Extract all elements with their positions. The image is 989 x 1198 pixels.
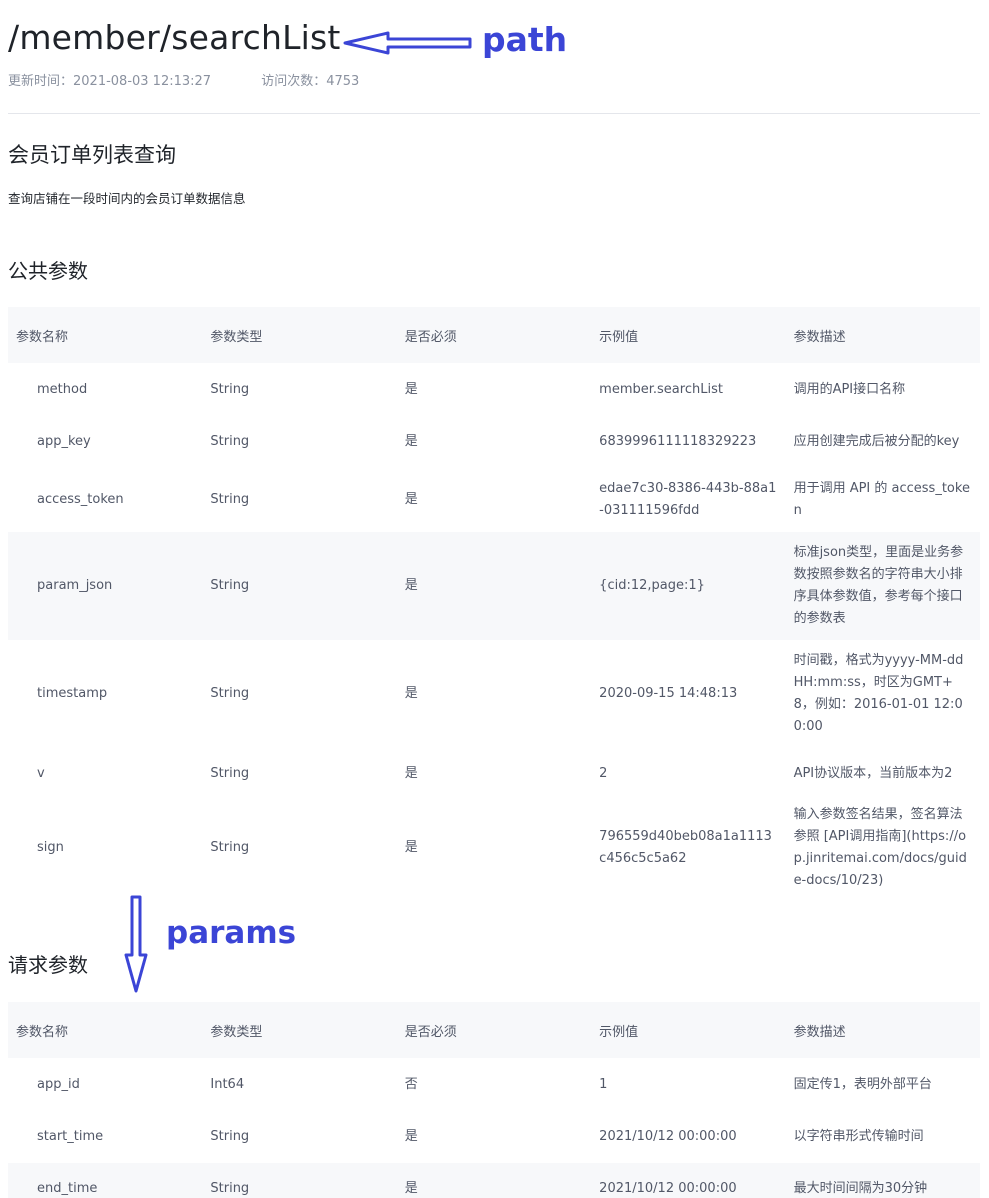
- param-type: String: [210, 840, 250, 855]
- param-name: param_json: [37, 578, 113, 593]
- column-header-description: 参数描述: [793, 329, 846, 345]
- param-description: 应用创建完成后被分配的key: [793, 434, 960, 449]
- param-example: edae7c30-8386-443b-88a1-031111596fdd: [599, 481, 777, 518]
- param-type: String: [210, 381, 250, 397]
- column-header-required: 是否必须: [404, 329, 457, 345]
- column-header-example: 示例值: [599, 1024, 639, 1040]
- param-example: 2020-09-15 14:48:13: [599, 686, 738, 701]
- api-description: 查询店铺在一段时间内的会员订单数据信息: [8, 191, 246, 206]
- param-example: 1: [599, 1076, 608, 1092]
- param-name: end_time: [37, 1181, 98, 1196]
- param-name: v: [37, 766, 45, 781]
- param-name: access_token: [37, 492, 124, 507]
- request-params-table: 参数名称 参数类型 是否必须 示例值 参数描述 app_id Int64 否 1…: [8, 1002, 980, 1198]
- param-required: 是: [404, 434, 418, 449]
- param-description: 输入参数签名结果，签名算法参照 [API调用指南](https://op.jin…: [793, 807, 967, 888]
- updated-time: 更新时间：2021-08-03 12:13:27: [8, 74, 212, 89]
- param-type: String: [210, 434, 250, 449]
- param-type: String: [210, 492, 250, 507]
- table-row: param_json String 是 {cid:12,page:1} 标准js…: [8, 532, 980, 640]
- table-row: method String 是 member.searchList 调用的API…: [8, 363, 980, 416]
- param-example: member.searchList: [599, 381, 723, 397]
- param-name: method: [37, 381, 88, 397]
- visit-count: 访问次数：4753: [261, 74, 360, 89]
- table-row: timestamp String 是 2020-09-15 14:48:13 时…: [8, 640, 980, 748]
- param-type: String: [210, 686, 250, 701]
- column-header-required: 是否必须: [404, 1024, 457, 1040]
- param-name: timestamp: [37, 686, 108, 701]
- param-required: 是: [404, 1181, 418, 1196]
- path-arrow-icon: [343, 31, 472, 55]
- param-type: String: [210, 1129, 250, 1144]
- param-required: 是: [404, 381, 418, 397]
- public-params-table: 参数名称 参数类型 是否必须 示例值 参数描述 method String 是 …: [8, 307, 980, 896]
- path-annotation-label: path: [482, 20, 568, 59]
- param-example: 796559d40beb08a1a1113c456c5c5a62: [599, 829, 772, 866]
- table-row: end_time String 是 2021/10/12 00:00:00 最大…: [8, 1163, 980, 1198]
- request-params-title: 请求参数: [8, 953, 88, 977]
- column-header-name: 参数名称: [16, 329, 69, 345]
- page-meta: 更新时间：2021-08-03 12:13:27 访问次数：4753: [8, 70, 359, 89]
- param-type: String: [210, 766, 250, 781]
- param-required: 是: [404, 686, 418, 701]
- param-name: app_id: [37, 1076, 80, 1092]
- table-row: start_time String 是 2021/10/12 00:00:00 …: [8, 1111, 980, 1163]
- param-description: 最大时间间隔为30分钟: [793, 1181, 928, 1196]
- param-description: 以字符串形式传输时间: [793, 1129, 924, 1144]
- table-row: app_key String 是 6839996111118329223 应用创…: [8, 416, 980, 468]
- param-type: Int64: [210, 1076, 245, 1092]
- param-required: 否: [404, 1076, 418, 1092]
- param-example: 2021/10/12 00:00:00: [599, 1129, 737, 1144]
- param-type: String: [210, 1181, 250, 1196]
- params-annotation-label: params: [166, 915, 297, 951]
- param-name: sign: [37, 840, 64, 855]
- table-header-row: 参数名称 参数类型 是否必须 示例值 参数描述: [8, 307, 980, 363]
- param-required: 是: [404, 1129, 418, 1144]
- column-header-type: 参数类型: [210, 329, 263, 345]
- param-required: 是: [404, 578, 418, 593]
- api-name: 会员订单列表查询: [8, 143, 176, 167]
- header-divider: [8, 113, 980, 114]
- param-example: 2: [599, 766, 608, 781]
- param-example: 6839996111118329223: [599, 434, 757, 449]
- param-description: 标准json类型，里面是业务参数按照参数名的字符串大小排序具体参数值，参考每个接…: [793, 545, 964, 626]
- column-header-type: 参数类型: [210, 1024, 263, 1040]
- param-description: API协议版本，当前版本为2: [793, 766, 953, 781]
- api-path-title: /member/searchList: [8, 18, 341, 57]
- param-name: start_time: [37, 1129, 104, 1144]
- param-name: app_key: [37, 434, 91, 449]
- param-required: 是: [404, 766, 418, 781]
- table-header-row: 参数名称 参数类型 是否必须 示例值 参数描述: [8, 1002, 980, 1058]
- public-params-title: 公共参数: [8, 259, 88, 283]
- column-header-name: 参数名称: [16, 1024, 69, 1040]
- param-example: {cid:12,page:1}: [599, 578, 705, 593]
- column-header-example: 示例值: [599, 329, 639, 345]
- param-description: 用于调用 API 的 access_token: [793, 481, 970, 518]
- table-row: sign String 是 796559d40beb08a1a1113c456c…: [8, 800, 980, 896]
- param-description: 时间戳，格式为yyyy-MM-dd HH:mm:ss，时区为GMT+8，例如：2…: [793, 653, 964, 734]
- table-row: access_token String 是 edae7c30-8386-443b…: [8, 468, 980, 532]
- param-required: 是: [404, 492, 418, 507]
- param-example: 2021/10/12 00:00:00: [599, 1181, 737, 1196]
- param-type: String: [210, 578, 250, 593]
- param-description: 调用的API接口名称: [793, 381, 906, 397]
- params-arrow-icon: [124, 895, 148, 993]
- table-row: app_id Int64 否 1 固定传1，表明外部平台: [8, 1058, 980, 1111]
- param-description: 固定传1，表明外部平台: [793, 1076, 932, 1092]
- table-row: v String 是 2 API协议版本，当前版本为2: [8, 748, 980, 800]
- param-required: 是: [404, 840, 418, 855]
- column-header-description: 参数描述: [793, 1024, 846, 1040]
